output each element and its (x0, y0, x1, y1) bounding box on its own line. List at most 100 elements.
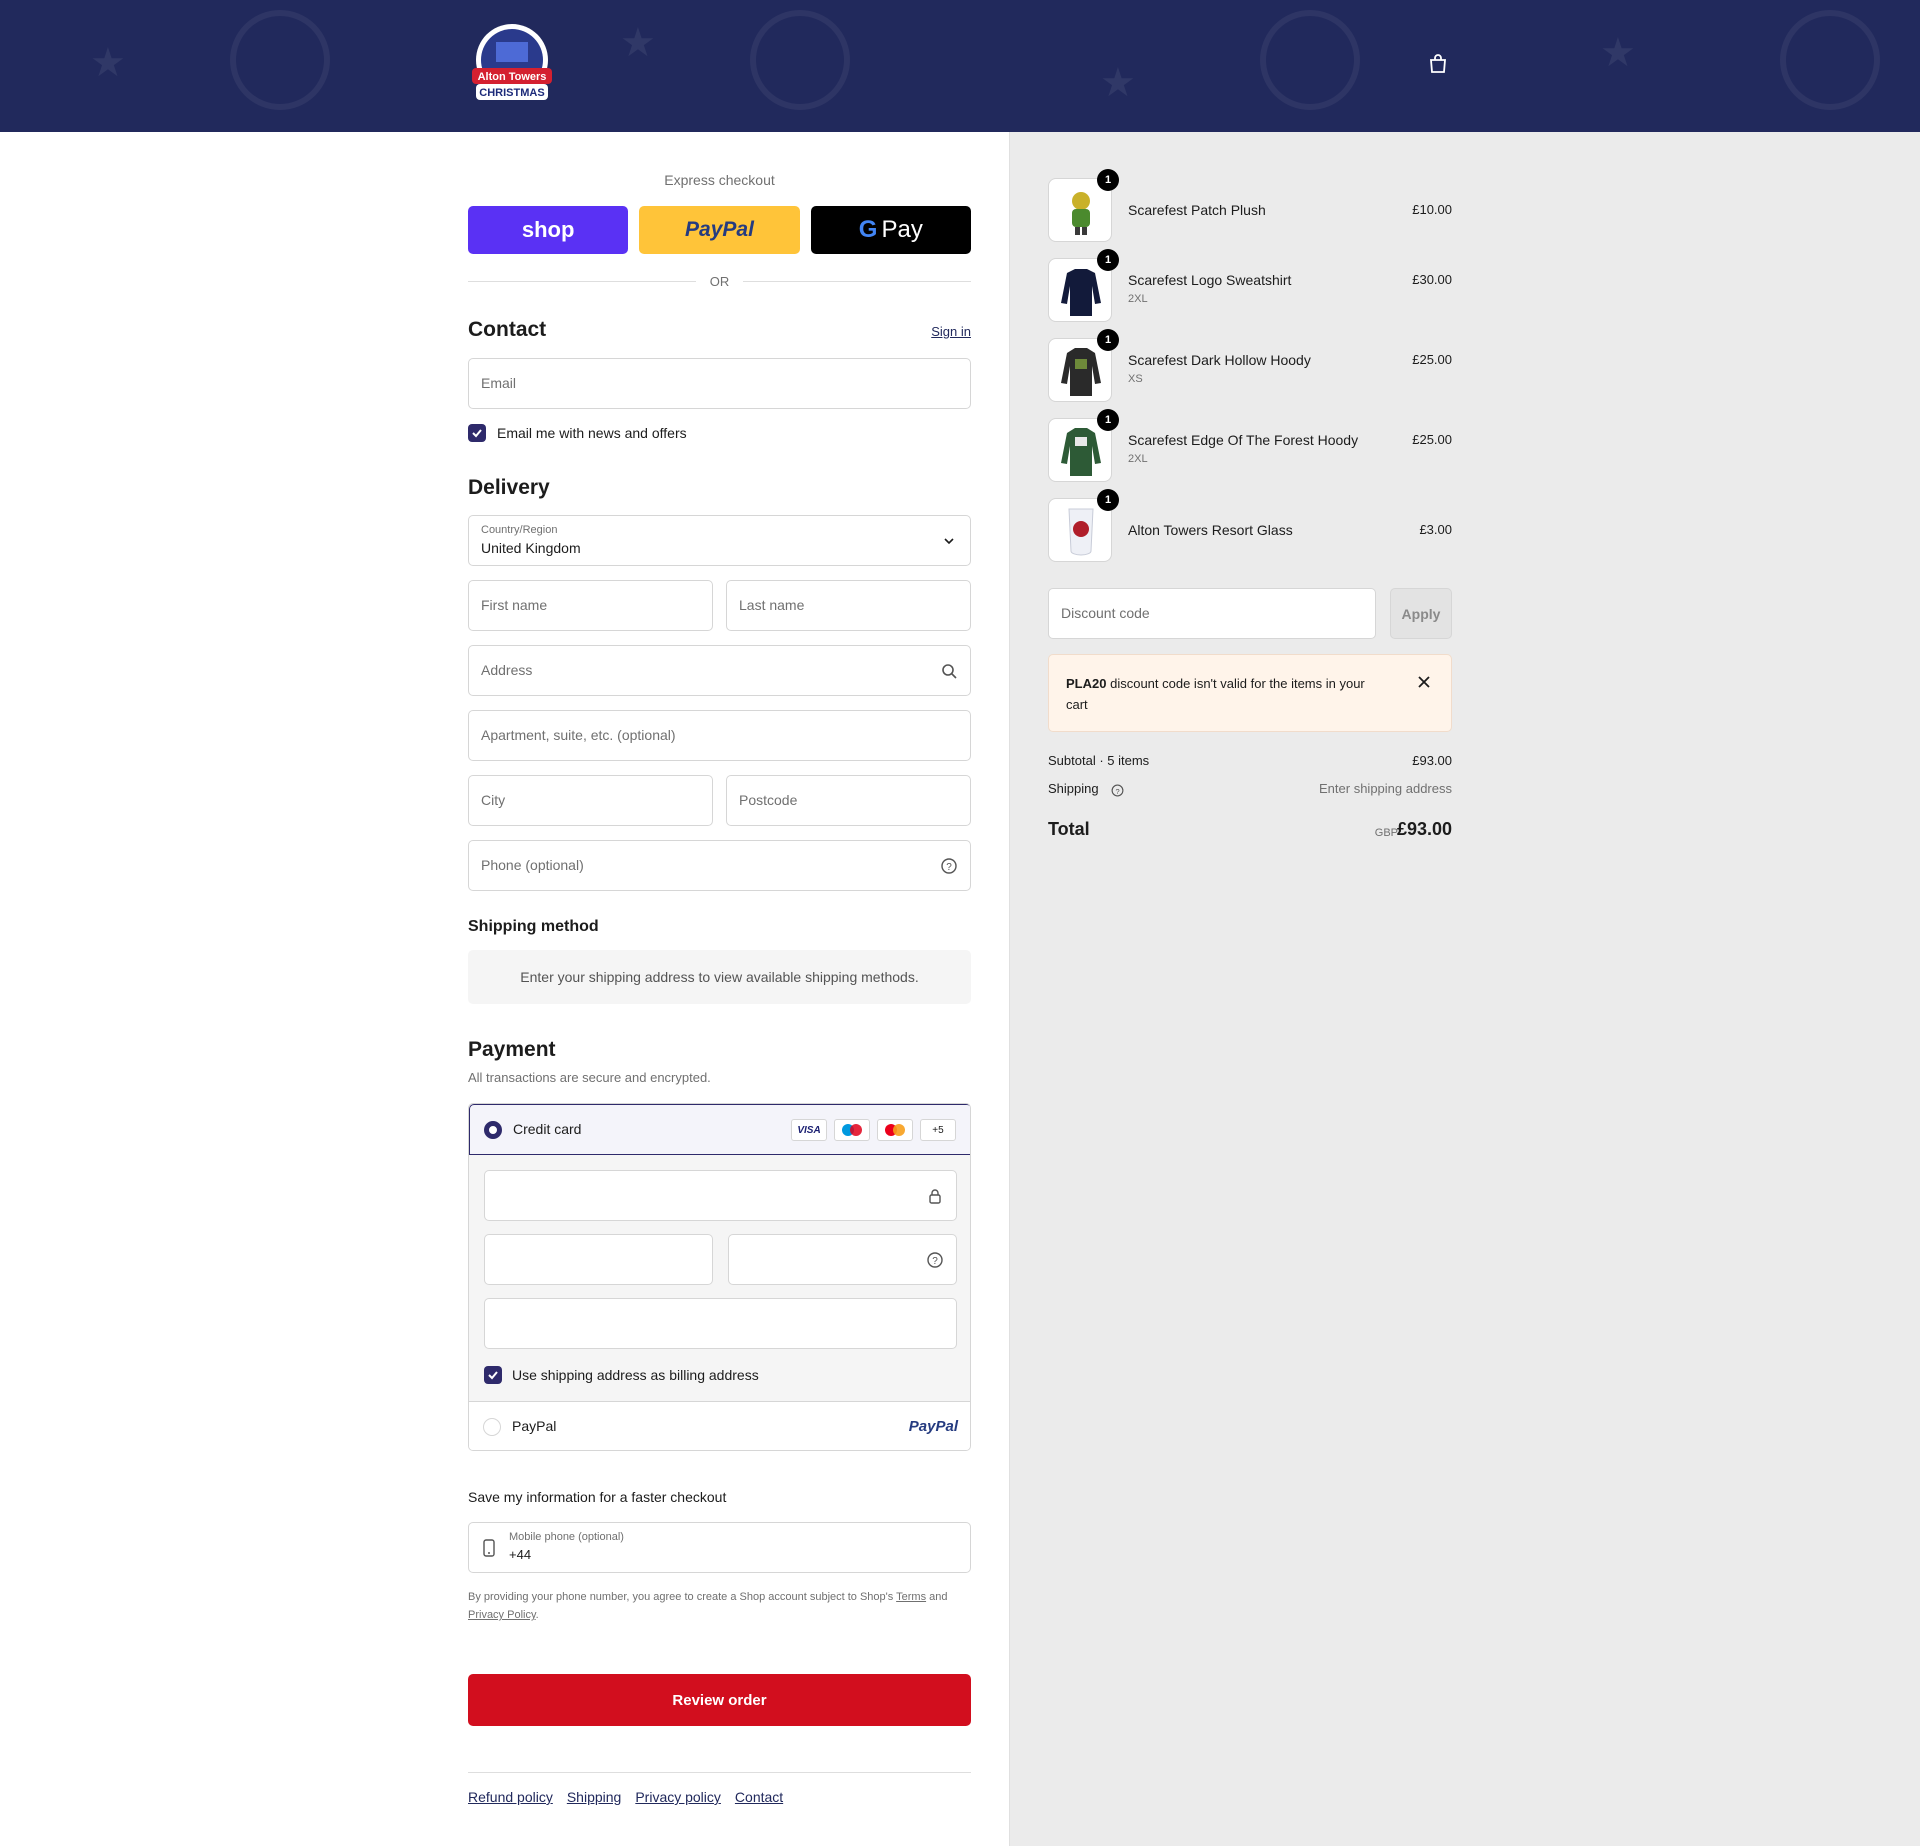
discount-error-message: discount code isn't valid for the items … (1066, 676, 1365, 712)
address-field[interactable]: Address (468, 645, 971, 696)
maestro-icon (834, 1119, 870, 1141)
email-field[interactable]: Email (468, 358, 971, 409)
contact-link[interactable]: Contact (735, 1789, 783, 1805)
paypal-logo: PayPal (908, 1418, 958, 1435)
shipping-policy-link[interactable]: Shipping (567, 1789, 622, 1805)
item-variant: XS (1128, 373, 1143, 385)
item-price: £3.00 (1419, 522, 1452, 537)
discount-error-text: PLA20 discount code isn't valid for the … (1066, 673, 1386, 715)
express-checkout-label: Express checkout (664, 172, 775, 188)
paypal-option[interactable]: PayPal PayPal (469, 1401, 970, 1450)
visa-icon: VISA (791, 1119, 827, 1141)
expiry-field[interactable] (484, 1234, 713, 1285)
cart-item: 1 Scarefest Dark Hollow Hoody XS £25.00 (1048, 329, 1452, 402)
paypal-radio[interactable] (483, 1418, 501, 1436)
total-label: Total (1048, 819, 1090, 839)
product-thumbnail: 1 (1048, 489, 1119, 562)
apartment-field[interactable]: Apartment, suite, etc. (optional) (468, 710, 971, 761)
discount-code-field[interactable]: Discount code (1048, 588, 1376, 639)
item-name: Alton Towers Resort Glass (1128, 522, 1293, 538)
header-pattern: ★ (90, 40, 126, 86)
phone-field[interactable]: Phone (optional) ? (468, 840, 971, 891)
header-pattern: ★ (1100, 60, 1136, 106)
postcode-field[interactable]: Postcode (726, 775, 971, 826)
help-circle-icon[interactable]: ? (940, 857, 958, 875)
credit-card-radio[interactable] (484, 1121, 502, 1139)
discount-error-alert: PLA20 discount code isn't valid for the … (1048, 654, 1452, 732)
product-thumbnail: 1 (1048, 409, 1119, 482)
product-thumbnail: 1 (1048, 169, 1119, 242)
billing-same-label: Use shipping address as billing address (512, 1367, 759, 1383)
last-name-placeholder: Last name (739, 597, 805, 613)
cart-item: 1 Scarefest Patch Plush £10.00 (1048, 169, 1452, 242)
help-circle-icon[interactable]: ? (926, 1251, 944, 1269)
product-thumbnail: 1 (1048, 249, 1119, 322)
item-price: £25.00 (1412, 352, 1452, 367)
check-icon (472, 429, 482, 438)
country-value: United Kingdom (481, 540, 581, 556)
close-icon[interactable] (1417, 675, 1431, 689)
svg-text:?: ? (946, 862, 952, 873)
news-offers-checkbox[interactable] (468, 424, 486, 442)
shop-consent-text: By providing your phone number, you agre… (468, 1588, 971, 1624)
mobile-phone-label: Mobile phone (optional) (509, 1531, 624, 1543)
billing-same-checkbox[interactable] (484, 1366, 502, 1384)
site-header: ★ ★ ★ ★ Alton Towers CHRISTMAS (0, 0, 1920, 132)
first-name-placeholder: First name (481, 597, 548, 613)
svg-text:Alton Towers: Alton Towers (478, 71, 547, 83)
email-placeholder: Email (481, 375, 517, 391)
consent-period: . (535, 1609, 539, 1621)
chevron-down-icon (944, 538, 954, 545)
terms-link[interactable]: Terms (896, 1591, 926, 1603)
svg-text:?: ? (1115, 787, 1119, 796)
google-pay-button[interactable]: G Pay (810, 206, 971, 254)
footer-links: Refund policy Shipping Privacy policy Co… (468, 1772, 971, 1805)
address-placeholder: Address (481, 662, 533, 678)
country-label: Country/Region (481, 524, 558, 536)
help-circle-icon[interactable]: ? (1111, 784, 1124, 797)
header-pattern (1780, 10, 1880, 110)
first-name-field[interactable]: First name (468, 580, 713, 631)
product-thumbnail: 1 (1048, 329, 1119, 402)
google-pay-label: Pay (881, 216, 923, 243)
postcode-placeholder: Postcode (739, 792, 798, 808)
mobile-phone-value: +44 (509, 1547, 532, 1562)
alton-towers-christmas-logo[interactable]: Alton Towers CHRISTMAS (466, 20, 558, 108)
shop-pay-button[interactable]: shop (468, 206, 629, 254)
country-select[interactable]: Country/Region United Kingdom (468, 515, 971, 566)
review-order-button[interactable]: Review order (468, 1674, 971, 1726)
check-icon (488, 1371, 498, 1380)
paypal-logo: PayPal (685, 218, 754, 241)
svg-text:CHRISTMAS: CHRISTMAS (479, 87, 544, 99)
item-variant: 2XL (1128, 453, 1148, 465)
cart-item: 1 Scarefest Logo Sweatshirt 2XL £30.00 (1048, 249, 1452, 322)
payment-heading: Payment (468, 1038, 556, 1061)
name-on-card-field[interactable] (484, 1298, 957, 1349)
search-icon (942, 664, 957, 679)
item-price: £25.00 (1412, 432, 1452, 447)
apply-discount-button[interactable]: Apply (1390, 588, 1452, 639)
sign-in-link[interactable]: Sign in (931, 324, 971, 339)
privacy-policy-footer-link[interactable]: Privacy policy (635, 1789, 721, 1805)
cart-item: 1 Alton Towers Resort Glass £3.00 (1048, 489, 1452, 562)
city-field[interactable]: City (468, 775, 713, 826)
news-offers-label: Email me with news and offers (497, 425, 687, 441)
privacy-policy-link[interactable]: Privacy Policy (468, 1609, 536, 1621)
save-info-heading: Save my information for a faster checkou… (468, 1489, 727, 1505)
header-pattern: ★ (1600, 30, 1636, 76)
paypal-express-button[interactable]: PayPal (639, 206, 800, 254)
refund-policy-link[interactable]: Refund policy (468, 1789, 553, 1805)
shipping-value: Enter shipping address (1319, 781, 1452, 796)
shipping-method-notice: Enter your shipping address to view avai… (468, 950, 971, 1004)
card-number-field[interactable] (484, 1170, 957, 1221)
item-price: £30.00 (1412, 272, 1452, 287)
cart-bag-icon[interactable] (1426, 52, 1454, 80)
security-code-field[interactable]: ? (728, 1234, 957, 1285)
header-pattern: ★ (620, 20, 656, 66)
last-name-field[interactable]: Last name (726, 580, 971, 631)
credit-card-option[interactable]: Credit card VISA +5 (469, 1104, 970, 1155)
consent-text: By providing your phone number, you agre… (468, 1591, 894, 1603)
phone-placeholder: Phone (optional) (481, 857, 584, 873)
header-pattern (1260, 10, 1360, 110)
mobile-phone-field[interactable]: Mobile phone (optional) +44 (468, 1522, 971, 1573)
